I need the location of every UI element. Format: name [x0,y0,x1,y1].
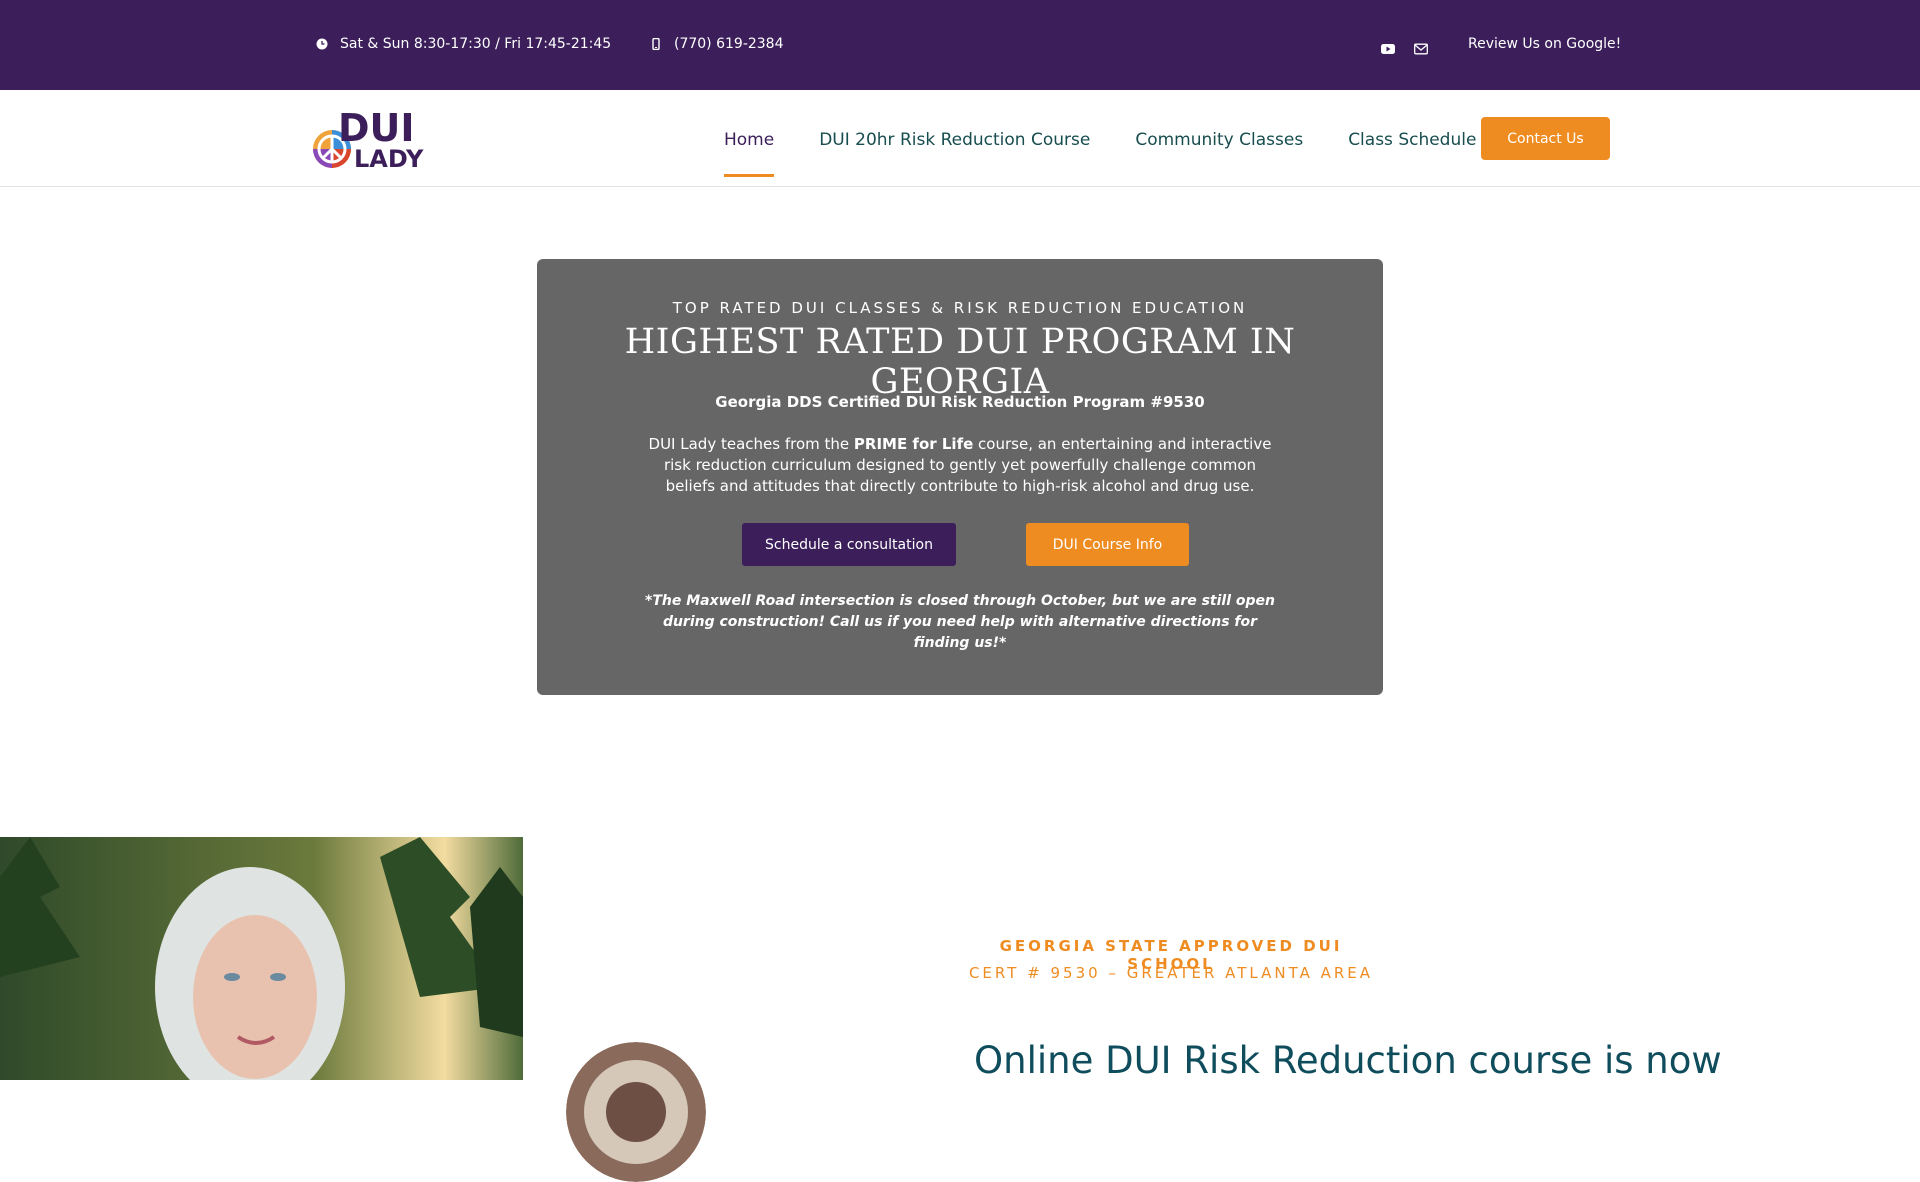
nav-item-community-classes[interactable]: Community Classes [1135,130,1303,150]
dui-lady-logo[interactable]: DUI LADY [310,105,440,171]
schedule-consultation-button[interactable]: Schedule a consultation [742,523,956,566]
review-link[interactable]: Review Us on Google! [1468,36,1621,52]
mosaic-badge-image [566,1042,706,1182]
hero-desc-before: DUI Lady teaches from the [648,435,854,453]
clock-icon [316,38,328,50]
phone-info[interactable]: (770) 619-2384 [650,36,784,52]
hours-info: Sat & Sun 8:30-17:30 / Fri 17:45-21:45 [316,36,611,52]
hours-text: Sat & Sun 8:30-17:30 / Fri 17:45-21:45 [340,36,612,52]
review-link-text[interactable]: Review Us on Google! [1468,36,1621,52]
section-subtitle-cert: CERT # 9530 – GREATER ATLANTA AREA [968,964,1374,982]
section-title: Online DUI Risk Reduction course is now [974,1039,1722,1082]
site-header: DUI LADY Home DUI 20hr Risk Reduction Co… [0,90,1920,187]
hero-certification: Georgia DDS Certified DUI Risk Reduction… [715,393,1205,411]
dui-course-info-button[interactable]: DUI Course Info [1026,523,1189,566]
phone-text[interactable]: (770) 619-2384 [674,36,784,52]
construction-notice: *The Maxwell Road intersection is closed… [645,593,1275,651]
hero-title: HIGHEST RATED DUI PROGRAM IN GEORGIA [624,322,1296,402]
hero-description: DUI Lady teaches from the PRIME for Life… [647,434,1273,497]
hero-panel: TOP RATED DUI CLASSES & RISK REDUCTION E… [537,259,1383,695]
main-nav: Home DUI 20hr Risk Reduction Course Comm… [724,130,1476,177]
hero-eyebrow: TOP RATED DUI CLASSES & RISK REDUCTION E… [672,299,1248,317]
logo-text-dui: DUI [338,106,415,150]
youtube-icon[interactable] [1381,43,1395,55]
email-icon[interactable] [1414,43,1428,55]
contact-us-button[interactable]: Contact Us [1481,117,1610,160]
logo-text-lady: LADY [354,145,424,171]
nav-item-dui-course[interactable]: DUI 20hr Risk Reduction Course [819,130,1090,150]
nav-item-class-schedule[interactable]: Class Schedule [1348,130,1476,150]
instructor-photo [0,837,523,1080]
nav-item-home[interactable]: Home [724,130,775,177]
top-bar: Sat & Sun 8:30-17:30 / Fri 17:45-21:45 (… [0,0,1920,90]
phone-icon [652,38,660,50]
hero-desc-bold: PRIME for Life [853,435,974,453]
